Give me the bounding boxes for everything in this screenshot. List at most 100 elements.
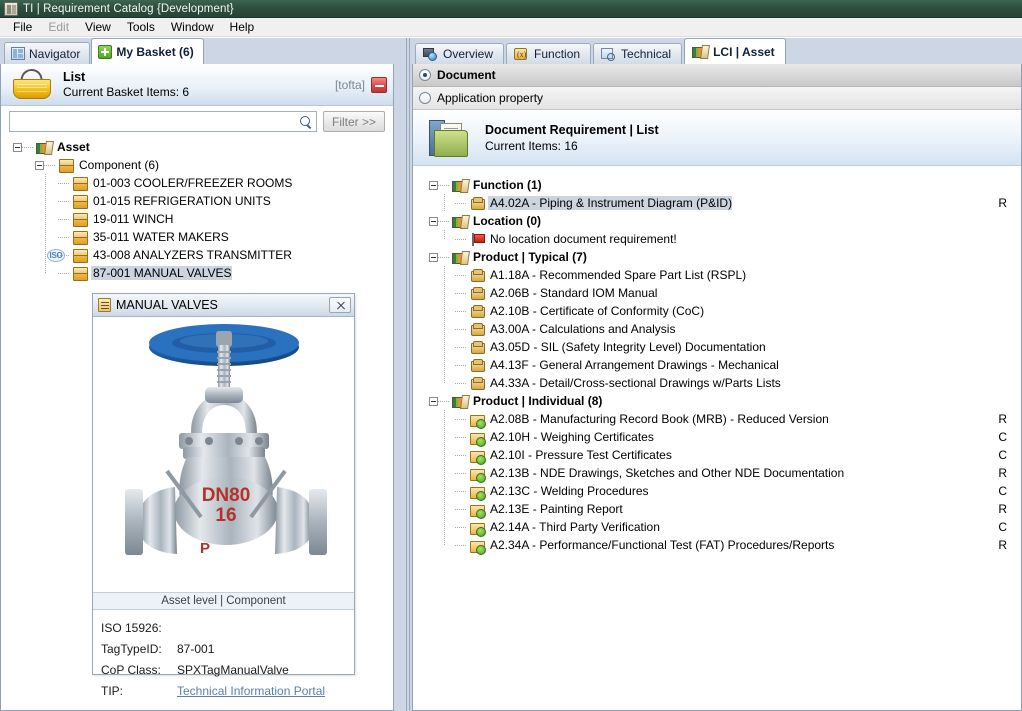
doc-item-label: No location document requirement!: [490, 232, 677, 246]
pane-splitter[interactable]: [404, 38, 412, 711]
tree-connector: [455, 194, 469, 212]
doc-item-a2-13e[interactable]: A2.13E - Painting Report R: [413, 500, 1021, 519]
box-icon: [72, 176, 88, 191]
card-subtitle: Asset level | Component: [93, 592, 354, 610]
left-pane: Navigator My Basket (6) List Current Bas…: [0, 38, 404, 711]
technical-information-portal-link[interactable]: Technical Information Portal: [177, 684, 325, 698]
doc-group-function[interactable]: Function (1): [413, 176, 1021, 194]
search-box[interactable]: [9, 111, 317, 132]
document-icon: [469, 358, 485, 373]
doc-item-a2-08b[interactable]: A2.08B - Manufacturing Record Book (MRB)…: [413, 410, 1021, 429]
doc-group-location[interactable]: Location (0): [413, 212, 1021, 230]
doc-item-a1-18a[interactable]: A1.18A - Recommended Spare Part List (RS…: [413, 266, 1021, 284]
expander-icon[interactable]: [429, 180, 438, 190]
doc-item-a2-06b[interactable]: A2.06B - Standard IOM Manual: [413, 284, 1021, 302]
doc-item-label: A4.02A - Piping & Instrument Diagram (P&…: [488, 196, 733, 210]
menu-item-view[interactable]: View: [78, 19, 118, 36]
tree-item-winch[interactable]: 19-011 WINCH: [1, 210, 393, 228]
tree-connector: [455, 230, 469, 248]
expander-icon[interactable]: [429, 396, 438, 406]
tree-connector: [455, 356, 469, 374]
window-title: TI | Requirement Catalog {Development}: [23, 2, 234, 15]
expander-icon[interactable]: [13, 142, 22, 152]
tree-item-analyzers-transmitter[interactable]: ISO 43-008 ANALYZERS TRANSMITTER: [1, 246, 393, 264]
application-icon: [4, 1, 18, 16]
folder-green-icon: [469, 484, 486, 501]
doc-item-a2-10i[interactable]: A2.10I - Pressure Test Certificates C: [413, 446, 1021, 465]
basket-header-right: [tofta]: [335, 76, 387, 93]
tree-connector: [58, 246, 72, 264]
tab-lci-asset[interactable]: LCI | Asset: [684, 38, 786, 64]
folder-green-icon: [469, 430, 486, 447]
tree-item-water-makers[interactable]: 35-011 WATER MAKERS: [1, 228, 393, 246]
menu-item-window[interactable]: Window: [164, 19, 221, 36]
card-title: MANUAL VALVES: [116, 298, 218, 312]
doc-item-a3-00a[interactable]: A3.00A - Calculations and Analysis: [413, 320, 1021, 338]
tree-item-label: 87-001 MANUAL VALVES: [91, 266, 232, 280]
doc-item-a4-02a[interactable]: A4.02A - Piping & Instrument Diagram (P&…: [413, 194, 1021, 212]
doc-item-a2-14a[interactable]: A2.14A - Third Party Verification C: [413, 518, 1021, 537]
radio-button-icon[interactable]: [419, 92, 431, 104]
tree-connector: [455, 500, 469, 518]
right-tab-content: Document Application property Document R…: [412, 64, 1022, 711]
doc-item-a3-05d[interactable]: A3.05D - SIL (Safety Integrity Level) Do…: [413, 338, 1021, 356]
tree-connector: [438, 212, 452, 230]
menu-item-tools[interactable]: Tools: [120, 19, 162, 36]
clipboard-icon: [98, 298, 111, 312]
search-input[interactable]: [16, 113, 299, 130]
close-icon[interactable]: [329, 297, 351, 313]
tab-my-basket-label: My Basket (6): [116, 44, 194, 59]
card-field-value: 87-001: [177, 641, 215, 656]
tree-connector: [44, 156, 58, 174]
doc-group-product-typical[interactable]: Product | Typical (7): [413, 248, 1021, 266]
books-icon: [452, 214, 468, 229]
tree-connector: [455, 428, 469, 446]
folder-green-icon: [469, 466, 486, 483]
window-titlebar: TI | Requirement Catalog {Development}: [0, 0, 1022, 18]
workspace: Navigator My Basket (6) List Current Bas…: [0, 38, 1022, 711]
search-icon[interactable]: [299, 115, 313, 129]
doc-item-flag: R: [998, 196, 1007, 210]
doc-item-a2-13b[interactable]: A2.13B - NDE Drawings, Sketches and Othe…: [413, 464, 1021, 483]
filter-button[interactable]: Filter >>: [322, 111, 385, 132]
tree-item-manual-valves[interactable]: 87-001 MANUAL VALVES: [1, 264, 393, 282]
doc-item-a4-13f[interactable]: A4.13F - General Arrangement Drawings - …: [413, 356, 1021, 374]
tree-item-asset[interactable]: Asset: [1, 138, 393, 156]
doc-item-label: A4.13F - General Arrangement Drawings - …: [490, 358, 779, 372]
menu-item-file[interactable]: File: [6, 19, 39, 36]
books-icon: [452, 394, 468, 409]
card-field-key: TIP:: [101, 683, 124, 698]
tree-item-cooler-freezer-rooms[interactable]: 01-003 COOLER/FREEZER ROOMS: [1, 174, 393, 192]
document-header: Document Requirement | List Current Item…: [413, 110, 1021, 166]
tab-overview[interactable]: Overview: [415, 43, 505, 64]
doc-group-product-individual[interactable]: Product | Individual (8): [413, 392, 1021, 410]
radio-application-property-label: Application property: [437, 91, 544, 105]
expander-icon[interactable]: [35, 160, 44, 170]
expander-icon[interactable]: [429, 252, 438, 262]
tree-item-refrigeration-units[interactable]: 01-015 REFRIGERATION UNITS: [1, 192, 393, 210]
doc-item-a2-10b[interactable]: A2.10B - Certificate of Conformity (CoC): [413, 302, 1021, 320]
radio-button-icon[interactable]: [419, 69, 431, 81]
tab-function[interactable]: (x) Function: [506, 43, 592, 64]
doc-item-a2-34a[interactable]: A2.34A - Performance/Functional Test (FA…: [413, 536, 1021, 555]
radio-document[interactable]: Document: [413, 64, 1021, 87]
radio-application-property[interactable]: Application property: [413, 87, 1021, 110]
tab-my-basket[interactable]: My Basket (6): [91, 38, 204, 64]
tab-technical[interactable]: Technical: [593, 43, 683, 64]
overview-icon: [423, 47, 438, 61]
doc-item-a4-33a[interactable]: A4.33A - Detail/Cross-sectional Drawings…: [413, 374, 1021, 392]
menu-item-help[interactable]: Help: [223, 19, 262, 36]
valve-marking-p: P: [199, 540, 209, 557]
books-icon: [452, 250, 468, 265]
asset-image: DN80 16 P: [93, 317, 354, 592]
doc-item-label: A2.10H - Weighing Certificates: [490, 430, 654, 444]
card-fields: ISO 15926: TagTypeID: 87-001 CoP Class: …: [93, 610, 354, 701]
tab-navigator[interactable]: Navigator: [4, 42, 91, 64]
minimize-button[interactable]: [371, 76, 387, 93]
doc-item-a2-13c[interactable]: A2.13C - Welding Procedures C: [413, 482, 1021, 501]
tree-connector: [455, 446, 469, 464]
expander-icon[interactable]: [429, 216, 438, 226]
doc-group-label: Location (0): [473, 214, 541, 228]
tree-item-component[interactable]: Component (6): [1, 156, 393, 174]
doc-item-a2-10h[interactable]: A2.10H - Weighing Certificates C: [413, 428, 1021, 447]
